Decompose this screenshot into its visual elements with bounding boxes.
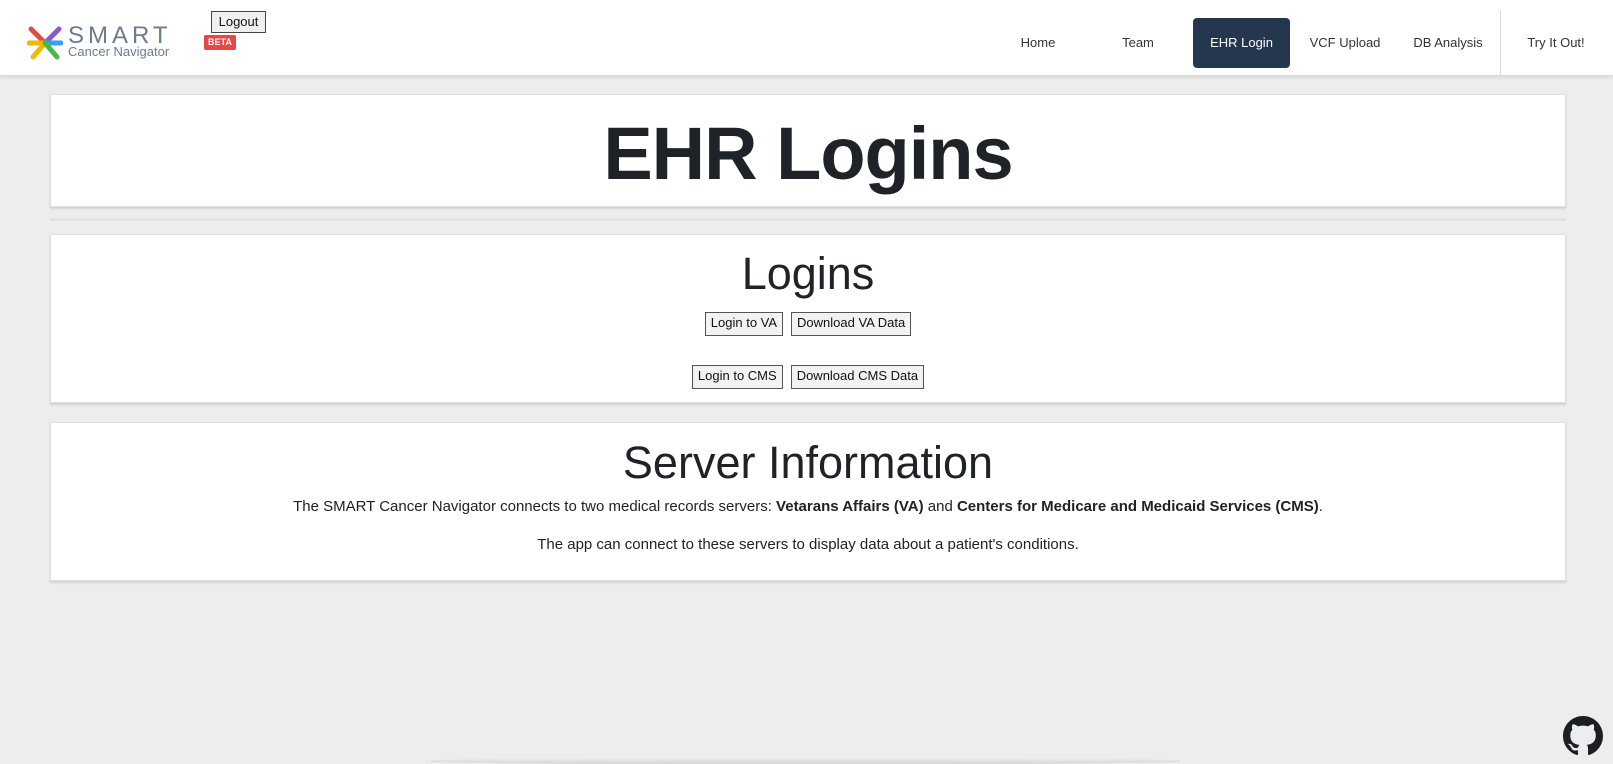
- brand-logo[interactable]: SMART Cancer Navigator BETA: [27, 23, 236, 64]
- logins-card: Logins Login to VA Download VA Data Logi…: [50, 234, 1566, 403]
- cms-server-name: Centers for Medicare and Medicaid Servic…: [956, 498, 1319, 515]
- cms-button-row: Login to CMS Download CMS Data: [51, 365, 1565, 389]
- server-description-text: The SMART Cancer Navigator connects to t…: [293, 498, 777, 515]
- nav-db-analysis[interactable]: DB Analysis: [1402, 18, 1494, 68]
- va-server-name: Vetarans Affairs (VA): [776, 498, 924, 515]
- server-description: The SMART Cancer Navigator connects to t…: [51, 497, 1565, 517]
- nav-home[interactable]: Home: [1000, 18, 1076, 68]
- nav-vcf-upload[interactable]: VCF Upload: [1300, 18, 1390, 68]
- page-title-card: EHR Logins: [50, 94, 1566, 207]
- nav-divider: [1500, 11, 1501, 76]
- server-description-end: .: [1318, 498, 1323, 515]
- top-navbar: SMART Cancer Navigator BETA Logout Home …: [0, 0, 1613, 76]
- brand-subtitle: Cancer Navigator: [68, 44, 170, 59]
- server-description-2: The app can connect to these servers to …: [537, 536, 1079, 553]
- page-title: EHR Logins: [603, 112, 1013, 195]
- nav-try-it-out[interactable]: Try It Out!: [1516, 18, 1596, 68]
- nav-team[interactable]: Team: [1100, 18, 1176, 68]
- server-information-card: Server Information The SMART Cancer Navi…: [50, 422, 1566, 581]
- nav-ehr-login[interactable]: EHR Login: [1193, 18, 1290, 68]
- beta-badge: BETA: [204, 35, 236, 50]
- server-description-and: and: [923, 498, 957, 515]
- github-icon[interactable]: [1563, 716, 1603, 756]
- va-button-row: Login to VA Download VA Data: [51, 312, 1565, 336]
- login-cms-button[interactable]: Login to CMS: [691, 365, 783, 389]
- login-va-button[interactable]: Login to VA: [704, 312, 784, 336]
- divider: [50, 218, 1566, 221]
- logout-button[interactable]: Logout: [211, 11, 266, 33]
- download-va-data-button[interactable]: Download VA Data: [791, 312, 912, 336]
- download-cms-data-button[interactable]: Download CMS Data: [790, 365, 925, 389]
- bottom-shadow: [430, 758, 1180, 764]
- smart-logo-icon: [27, 26, 63, 60]
- server-information-heading: Server Information: [622, 437, 994, 488]
- logins-heading: Logins: [741, 248, 875, 299]
